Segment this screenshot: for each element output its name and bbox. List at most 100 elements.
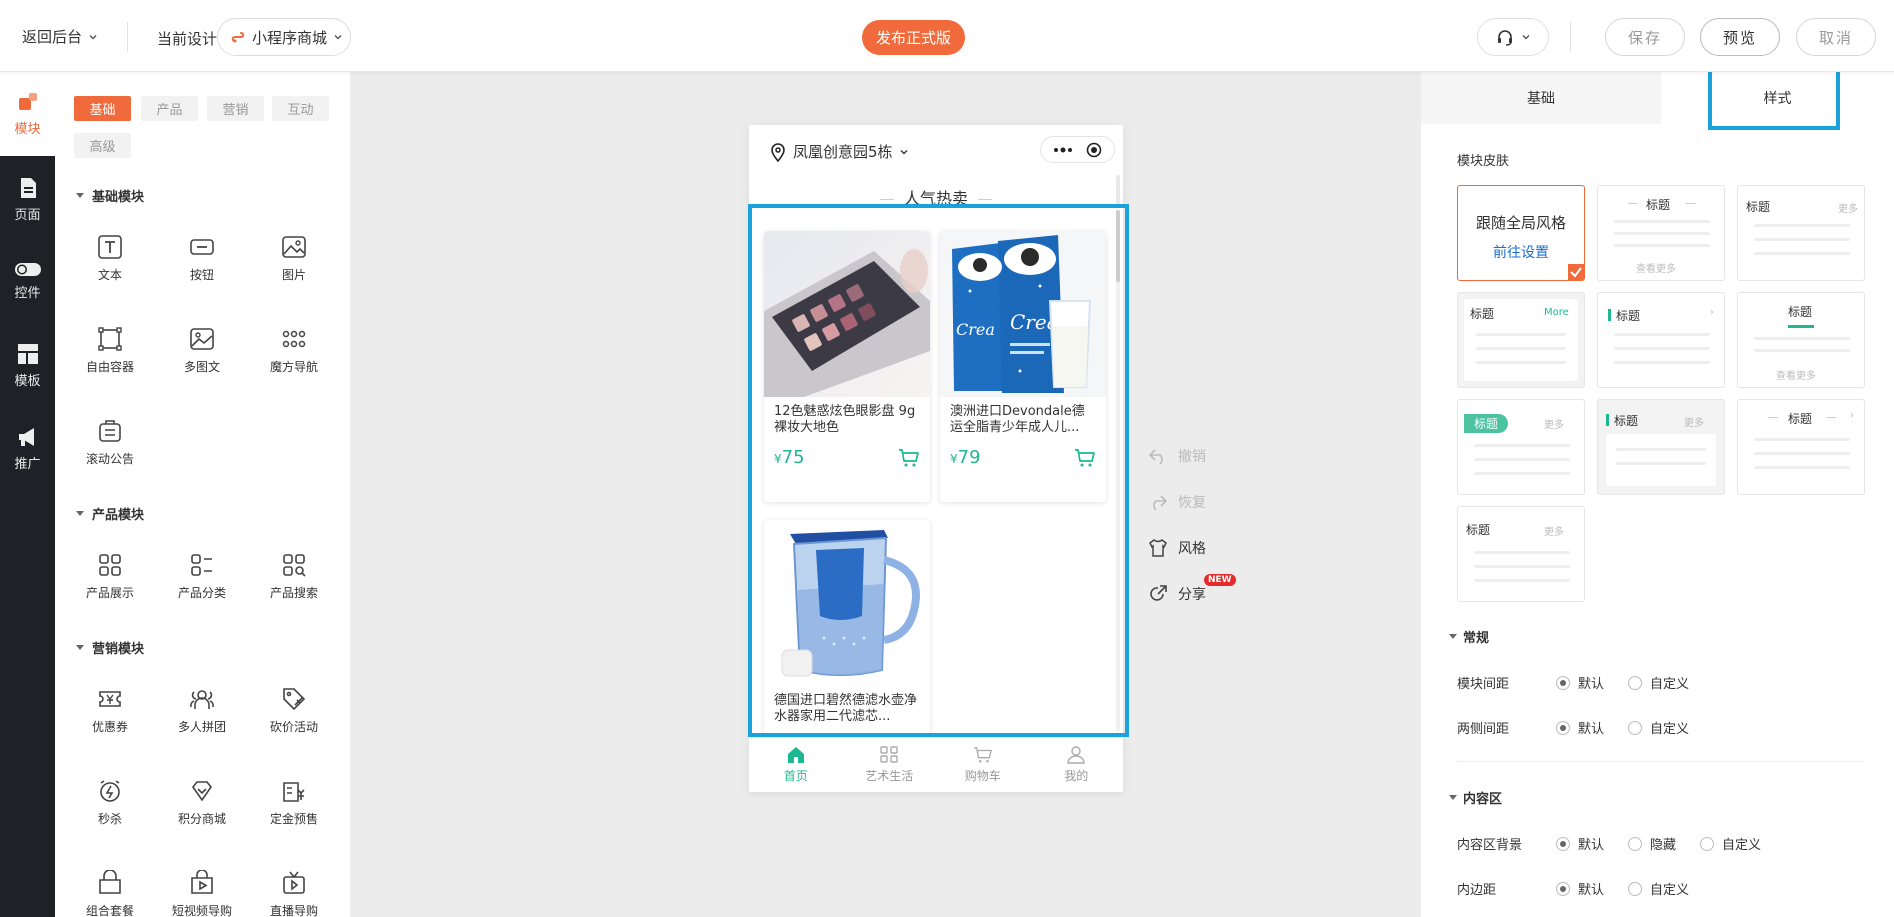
skin-option-9[interactable]: 标题 › [1737, 399, 1865, 495]
component-bundle[interactable]: 组合套餐 [70, 870, 150, 917]
component-button[interactable]: 按钮 [162, 234, 242, 283]
padding-default-radio[interactable]: 默认 [1556, 879, 1604, 898]
skin-follow-global[interactable]: 跟随全局风格 前往设置 [1457, 185, 1585, 281]
skin-option-6[interactable]: 标题 查看更多 [1737, 292, 1865, 388]
nav-item-page[interactable]: 页面 [0, 176, 55, 223]
component-deposit-presale[interactable]: 定金预售 [254, 778, 334, 827]
tab-basic[interactable]: 基础 [74, 96, 131, 121]
tab-product[interactable]: 产品 [141, 96, 198, 121]
title-deco-line [879, 199, 894, 200]
go-settings-link[interactable]: 前往设置 [1458, 242, 1584, 262]
section-marketing-modules[interactable]: 营销模块 [76, 638, 144, 657]
cancel-button[interactable]: 取消 [1796, 18, 1876, 56]
redo-button[interactable]: 恢复 [1148, 492, 1206, 512]
component-group-buy[interactable]: 多人拼团 [162, 686, 242, 735]
undo-button[interactable]: 撤销 [1148, 446, 1206, 466]
tab-advanced[interactable]: 高级 [74, 133, 131, 158]
section-basic-modules[interactable]: 基础模块 [76, 186, 144, 205]
component-text[interactable]: 文本 [70, 234, 150, 283]
tab-basic-settings[interactable]: 基础 [1421, 72, 1661, 124]
grid-dots-icon [282, 330, 306, 348]
back-to-admin-button[interactable]: 返回后台 [22, 26, 98, 47]
group-buy-icon [190, 690, 214, 709]
section-general[interactable]: 常规 [1449, 627, 1489, 646]
component-live[interactable]: 直播导购 [254, 870, 334, 917]
component-product-search[interactable]: 产品搜索 [254, 552, 334, 601]
content-bg-custom-radio[interactable]: 自定义 [1700, 834, 1761, 853]
cart-icon[interactable] [898, 448, 920, 468]
side-spacing-custom-radio[interactable]: 自定义 [1628, 718, 1689, 737]
redo-label: 恢复 [1178, 495, 1206, 511]
style-label: 风格 [1178, 541, 1206, 557]
skin-option-2[interactable]: 标题 查看更多 [1597, 185, 1725, 281]
module-spacing-default-radio[interactable]: 默认 [1556, 673, 1604, 692]
miniprogram-capsule[interactable] [1040, 136, 1115, 163]
current-design-label: 当前设计 [157, 30, 218, 48]
section-product-modules[interactable]: 产品模块 [76, 504, 144, 523]
nav-item-modules[interactable]: 模块 [0, 90, 55, 137]
skin-option-3[interactable]: 标题 更多 [1737, 185, 1865, 281]
location-selector[interactable]: 凤凰创意园5栋 [769, 141, 909, 162]
publish-button[interactable]: 发布正式版 [862, 20, 965, 55]
radio-label: 默认 [1578, 677, 1605, 692]
skin-option-4[interactable]: 标题 More [1457, 292, 1585, 388]
component-flash-sale[interactable]: 秒杀 [70, 778, 150, 827]
design-select[interactable]: 小程序商城 [217, 18, 351, 56]
skin-option-8[interactable]: 标题 更多 [1597, 399, 1725, 495]
component-product-display[interactable]: 产品展示 [70, 552, 150, 601]
component-free-container[interactable]: 自由容器 [70, 326, 150, 375]
radio-circle [1556, 675, 1570, 690]
tab-interaction[interactable]: 互动 [272, 96, 329, 121]
nav-item-templates[interactable]: 模板 [0, 342, 55, 389]
module-scrollbar[interactable] [1116, 210, 1120, 732]
nav-item-controls[interactable]: 控件 [0, 260, 55, 301]
share-button[interactable]: 分享 [1148, 584, 1206, 604]
component-short-video[interactable]: 短视频导购 [162, 870, 242, 917]
skin-option-7[interactable]: 标题 更多 [1457, 399, 1585, 495]
component-coupon[interactable]: 优惠券 [70, 686, 150, 735]
cart-icon[interactable] [1074, 448, 1096, 468]
chevron-down-icon [1522, 35, 1530, 40]
product-price: ¥75 [774, 447, 805, 468]
component-points-mall[interactable]: 积分商城 [162, 778, 242, 827]
skin-title: 标题 [1466, 523, 1491, 537]
padding-custom-radio[interactable]: 自定义 [1628, 879, 1689, 898]
phone-tab-art-life[interactable]: 艺术生活 [843, 738, 937, 792]
scrollbar-thumb[interactable] [1116, 210, 1120, 282]
radio-circle [1628, 836, 1642, 851]
tab-marketing[interactable]: 营销 [207, 96, 264, 121]
component-label: 产品搜索 [269, 586, 318, 600]
support-dropdown[interactable] [1477, 18, 1549, 56]
component-scroll-notice[interactable]: 滚动公告 [70, 418, 150, 467]
product-card[interactable]: 德国进口碧然德滤水壶净水器家用二代滤芯... [764, 520, 930, 734]
skin-option-10[interactable]: 标题 更多 [1457, 506, 1585, 602]
component-bargain[interactable]: 砍价活动 [254, 686, 334, 735]
component-image[interactable]: 图片 [254, 234, 334, 283]
component-cube-nav[interactable]: 魔方导航 [254, 326, 334, 375]
module-spacing-custom-radio[interactable]: 自定义 [1628, 673, 1689, 692]
tab-style-settings[interactable]: 样式 [1661, 72, 1894, 124]
save-button[interactable]: 保存 [1605, 18, 1685, 56]
product-card[interactable]: Cream Crea 澳洲进口Devondale德运全脂青少年成人儿... ¥7… [940, 231, 1106, 502]
nav-item-promotion[interactable]: 推广 [0, 425, 55, 472]
content-bg-default-radio[interactable]: 默认 [1556, 834, 1604, 853]
skin-title: 标题 [1616, 309, 1641, 323]
close-circle-icon [1086, 142, 1102, 157]
preview-button[interactable]: 预览 [1700, 18, 1780, 56]
phone-header-scrollbar[interactable] [1116, 175, 1120, 205]
content-bg-hidden-radio[interactable]: 隐藏 [1628, 834, 1676, 853]
skin-option-5[interactable]: 标题 › [1597, 292, 1725, 388]
product-card[interactable]: 12色魅惑炫色眼影盘 9g裸妆大地色 ¥75 [764, 231, 930, 502]
module-skin-label: 模块皮肤 [1457, 154, 1510, 169]
skin-follow-global-text: 跟随全局风格 [1475, 214, 1566, 232]
component-label: 按钮 [189, 268, 214, 282]
side-spacing-default-radio[interactable]: 默认 [1556, 718, 1604, 737]
component-product-category[interactable]: 产品分类 [162, 552, 242, 601]
component-multi-image-text[interactable]: 多图文 [162, 326, 242, 375]
divider [127, 22, 128, 52]
phone-tab-mine[interactable]: 我的 [1030, 738, 1124, 792]
phone-tab-cart[interactable]: 购物车 [936, 738, 1030, 792]
style-button[interactable]: 风格 [1148, 538, 1206, 558]
phone-tab-home[interactable]: 首页 [749, 738, 843, 792]
section-content-area[interactable]: 内容区 [1449, 788, 1502, 807]
